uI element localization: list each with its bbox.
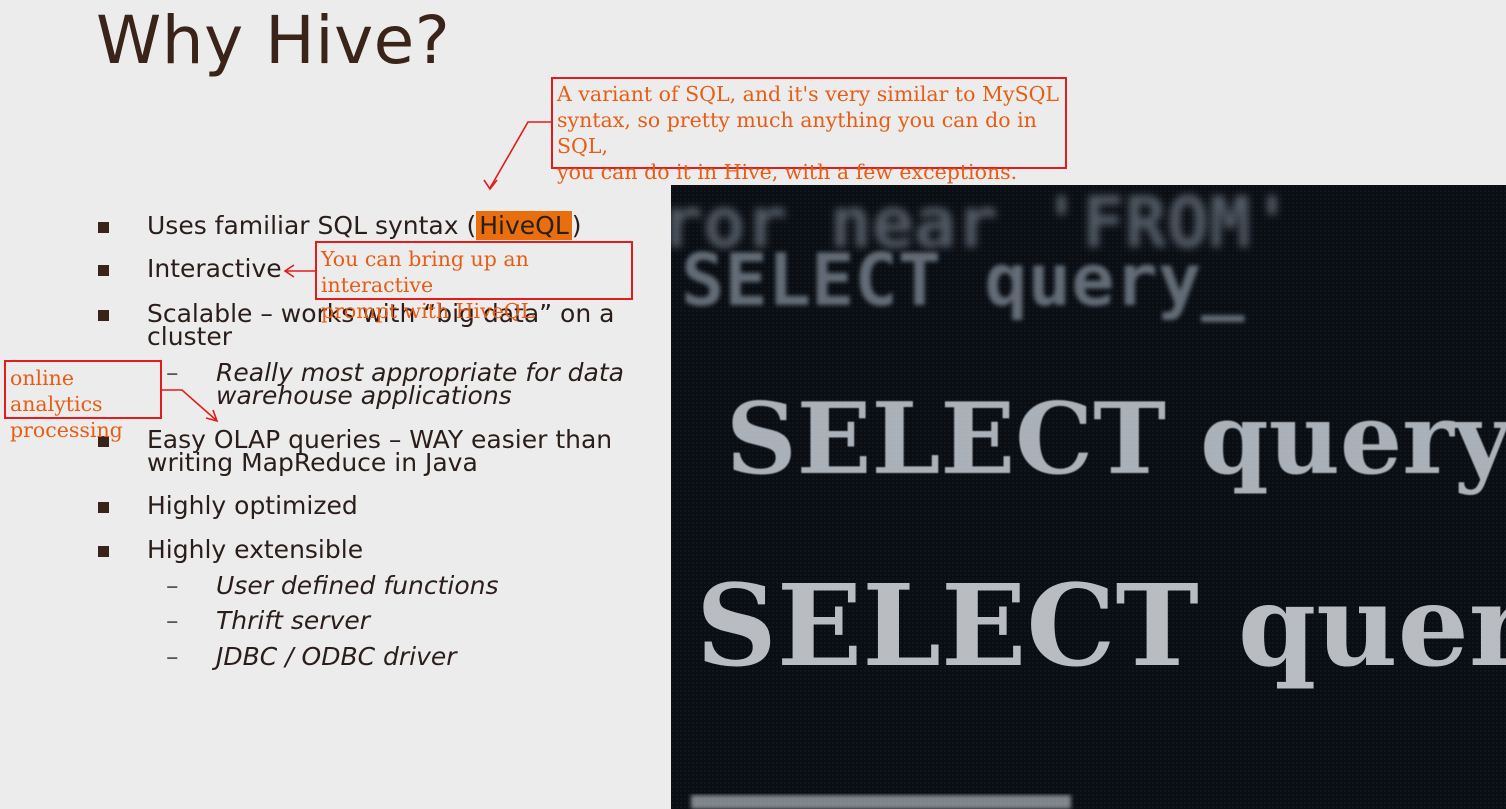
arrow-to-olap [162, 389, 217, 421]
arrow-head [483, 179, 498, 191]
arrow-to-hiveql [489, 121, 551, 189]
annotation-arrows [162, 121, 551, 423]
